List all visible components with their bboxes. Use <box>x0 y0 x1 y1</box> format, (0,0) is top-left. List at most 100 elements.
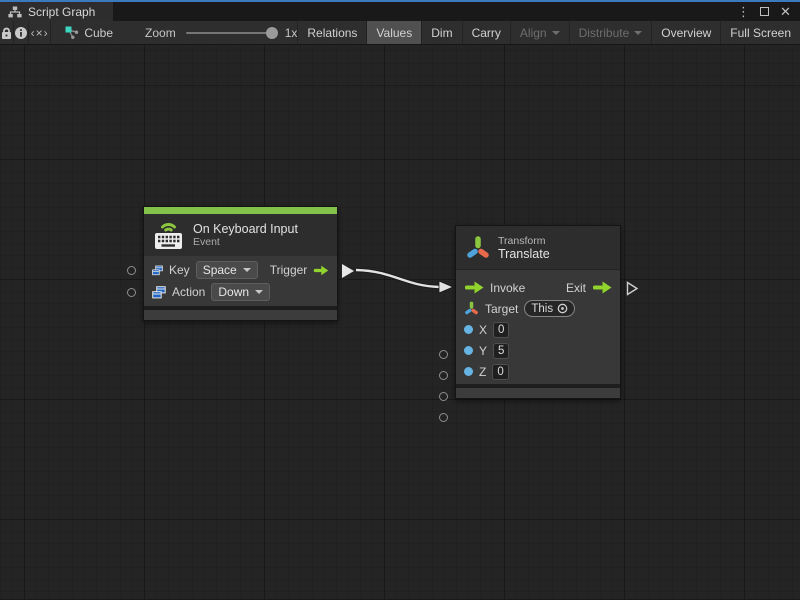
toolbar-button-distribute[interactable]: Distribute <box>569 21 652 44</box>
x-input-port[interactable] <box>439 371 448 380</box>
toolbar-button-dim[interactable]: Dim <box>421 21 461 44</box>
target-object-field[interactable]: This <box>524 300 575 317</box>
y-value-field[interactable]: 5 <box>493 343 509 359</box>
translate-node-footer <box>456 388 620 398</box>
graph-toolbar: ‹×› Cube Zoom 1x Relations Values Dim Ca… <box>0 21 800 45</box>
enum-type-icon <box>152 264 163 277</box>
key-dropdown-value: Space <box>203 263 237 277</box>
zoom-label: Zoom <box>145 26 176 40</box>
translate-node-titles: Transform Translate <box>498 235 550 261</box>
invoke-flow-arrow-icon[interactable] <box>464 281 484 294</box>
event-node-body: Key Space Trigger <box>144 256 337 306</box>
graph-canvas[interactable]: On Keyboard Input Event Key Space <box>0 45 800 599</box>
graph-hierarchy-icon <box>8 6 22 18</box>
action-row: Action Down <box>144 281 337 303</box>
titlebar-spacer <box>113 2 735 21</box>
zoom-value: 1x <box>285 26 298 40</box>
graph-target-label: Cube <box>84 26 113 40</box>
target-label: Target <box>485 302 518 316</box>
zoom-slider-knob[interactable] <box>266 27 278 39</box>
node-accent-bar <box>144 207 337 214</box>
invoke-label: Invoke <box>490 281 525 295</box>
script-graph-window: Script Graph ⋮ ✕ ‹×› <box>0 0 800 600</box>
lock-button[interactable] <box>0 21 14 44</box>
key-input-port[interactable] <box>127 266 136 275</box>
chevron-down-icon <box>552 31 560 35</box>
chevron-down-icon <box>255 290 263 294</box>
window-controls: ⋮ ✕ <box>735 2 800 21</box>
tab-script-graph[interactable]: Script Graph <box>0 2 113 21</box>
chevron-down-icon <box>634 31 642 35</box>
maximize-icon[interactable] <box>756 4 773 20</box>
close-icon[interactable]: ✕ <box>777 4 794 20</box>
z-input-port[interactable] <box>439 413 448 422</box>
zoom-slider[interactable] <box>186 32 276 34</box>
window-menu-icon[interactable]: ⋮ <box>735 4 752 20</box>
event-node-titles: On Keyboard Input Event <box>193 222 298 248</box>
toolbar-button-align[interactable]: Align <box>510 21 569 44</box>
code-preview-button[interactable]: ‹×› <box>29 21 51 44</box>
chevron-down-icon <box>243 268 251 272</box>
toolbar-button-overview[interactable]: Overview <box>651 21 720 44</box>
y-row: Y 5 <box>456 340 620 361</box>
info-icon <box>14 26 28 40</box>
graph-pointer-icon <box>65 26 79 40</box>
action-dropdown-value: Down <box>218 285 249 299</box>
toolbar-button-carry[interactable]: Carry <box>462 21 510 44</box>
key-label: Key <box>169 263 190 277</box>
float-type-icon <box>464 346 473 355</box>
exit-label: Exit <box>566 281 586 295</box>
node-transform-translate[interactable]: Transform Translate Invoke Exit <box>455 225 621 399</box>
action-label: Action <box>172 285 205 299</box>
action-dropdown[interactable]: Down <box>211 283 270 301</box>
toolbar-button-fullscreen[interactable]: Full Screen <box>720 21 800 44</box>
z-label: Z <box>479 365 486 379</box>
target-input-port[interactable] <box>439 350 448 359</box>
target-object-value: This <box>531 303 553 315</box>
action-input-port[interactable] <box>127 288 136 297</box>
translate-node-title: Translate <box>498 247 550 261</box>
y-label: Y <box>479 344 487 358</box>
lock-icon <box>0 26 13 40</box>
maximize-glyph <box>760 7 769 16</box>
info-button[interactable] <box>14 21 29 44</box>
x-label: X <box>479 323 487 337</box>
float-type-icon <box>464 325 473 334</box>
titlebar: Script Graph ⋮ ✕ <box>0 2 800 21</box>
object-picker-icon[interactable] <box>557 303 568 314</box>
invoke-row: Invoke Exit <box>456 277 620 298</box>
event-node-title: On Keyboard Input <box>193 222 298 236</box>
tab-label: Script Graph <box>28 5 95 19</box>
enum-type-icon <box>152 286 166 299</box>
toolbar-button-distribute-label: Distribute <box>579 26 630 40</box>
y-input-port[interactable] <box>439 392 448 401</box>
event-node-footer <box>144 310 337 320</box>
graph-target-button[interactable]: Cube <box>65 26 113 40</box>
x-value-field[interactable]: 0 <box>493 322 509 338</box>
target-row: Target This <box>456 298 620 319</box>
translate-node-header: Transform Translate <box>456 226 620 270</box>
event-node-subtitle: Event <box>193 236 298 248</box>
exit-output-port[interactable] <box>626 281 639 296</box>
trigger-output-port[interactable] <box>342 264 354 278</box>
transform-icon <box>466 235 490 261</box>
exit-flow-arrow-icon[interactable] <box>592 281 612 294</box>
x-row: X 0 <box>456 319 620 340</box>
z-value-field[interactable]: 0 <box>492 364 508 380</box>
keyboard-event-icon <box>152 218 185 252</box>
translate-node-category: Transform <box>498 235 550 247</box>
toolbar-button-relations[interactable]: Relations <box>297 21 366 44</box>
trigger-label: Trigger <box>270 263 308 277</box>
float-type-icon <box>464 367 473 376</box>
graph-context-zone: Cube Zoom 1x <box>51 21 297 44</box>
node-on-keyboard-input[interactable]: On Keyboard Input Event Key Space <box>143 206 338 321</box>
key-dropdown[interactable]: Space <box>196 261 258 279</box>
translate-node-body: Invoke Exit Target <box>456 270 620 384</box>
transform-mini-icon <box>464 301 479 316</box>
toolbar-button-values[interactable]: Values <box>366 21 421 44</box>
z-row: Z 0 <box>456 361 620 382</box>
key-row: Key Space Trigger <box>144 259 337 281</box>
connection-wire[interactable] <box>0 45 800 599</box>
trigger-flow-arrow-icon[interactable] <box>313 264 329 277</box>
toolbar-button-align-label: Align <box>520 26 547 40</box>
